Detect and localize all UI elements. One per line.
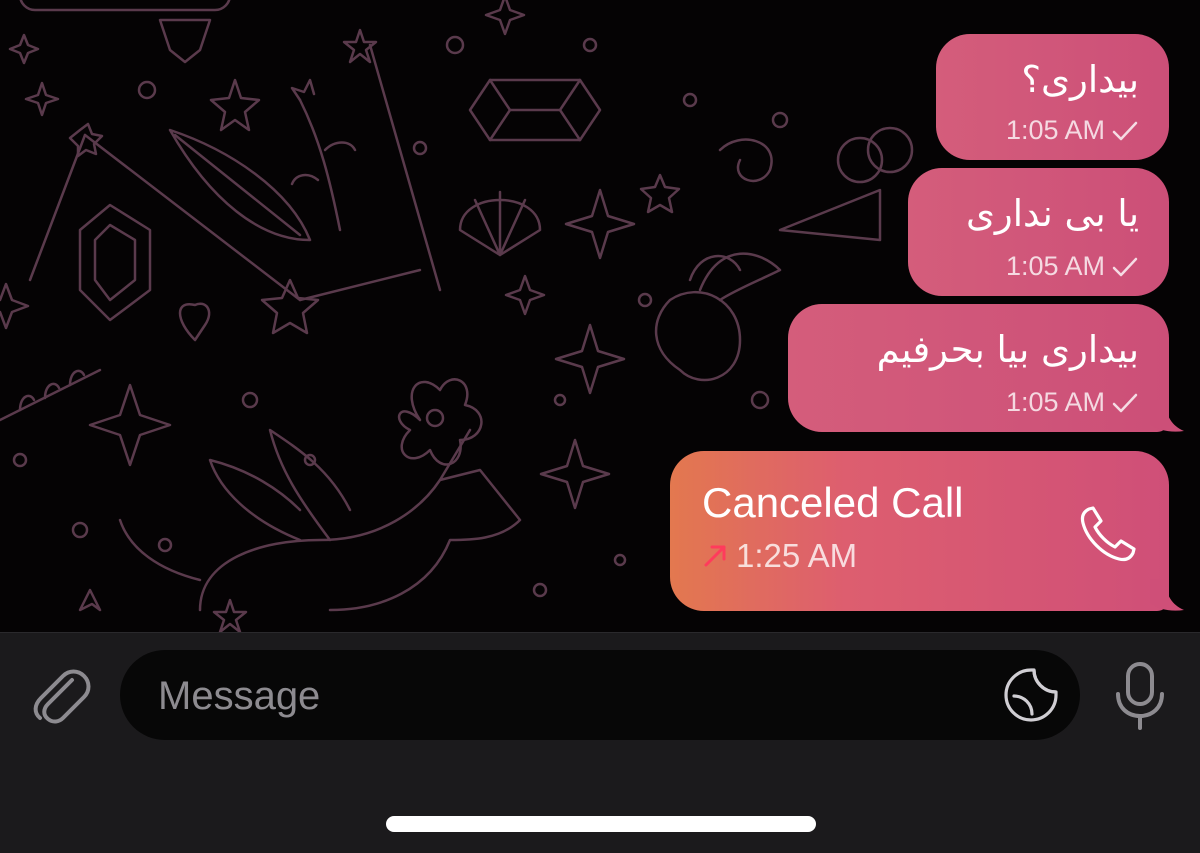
message-input-container[interactable] — [120, 650, 1080, 742]
microphone-icon[interactable] — [1110, 660, 1170, 732]
single-check-icon — [1112, 121, 1138, 140]
message-text: یا بی نداری — [965, 192, 1139, 235]
call-time: 1:25 AM — [736, 537, 858, 574]
telegram-chat-screen: بیداری؟ 1:05 AM یا بی نداری 1:05 AM بیدا… — [0, 0, 1200, 853]
message-meta: 1:05 AM — [1006, 387, 1139, 418]
message-input[interactable] — [156, 650, 980, 742]
message-time: 1:05 AM — [1005, 387, 1105, 417]
message-time: 1:05 AM — [1005, 115, 1105, 145]
paperclip-icon[interactable] — [28, 662, 92, 726]
phone-icon[interactable] — [1075, 501, 1141, 567]
outgoing-message-bubble[interactable]: بیداری؟ 1:05 AM — [936, 34, 1169, 160]
message-text: بیداری بیا بحرفیم — [876, 328, 1139, 371]
bubble-tail — [1150, 579, 1184, 611]
chat-area[interactable]: بیداری؟ 1:05 AM یا بی نداری 1:05 AM بیدا… — [0, 0, 1200, 632]
single-check-icon — [1112, 257, 1138, 276]
bubble-tail — [1150, 400, 1184, 432]
message-text: بیداری؟ — [1021, 58, 1139, 101]
outgoing-arrow-icon — [704, 545, 726, 567]
outgoing-message-bubble[interactable]: یا بی نداری 1:05 AM — [908, 168, 1169, 296]
call-title: Canceled Call — [702, 479, 964, 526]
message-time: 1:05 AM — [1005, 251, 1105, 281]
home-indicator[interactable] — [386, 816, 816, 832]
sticker-icon[interactable] — [1002, 666, 1060, 724]
outgoing-message-bubble[interactable]: بیداری بیا بحرفیم 1:05 AM — [788, 304, 1169, 432]
message-meta: 1:05 AM — [1006, 251, 1139, 282]
canceled-call-bubble[interactable]: Canceled Call 1:25 AM — [670, 451, 1169, 611]
message-meta: 1:05 AM — [1006, 115, 1139, 146]
single-check-icon — [1112, 393, 1138, 412]
call-meta: 1:25 AM — [702, 537, 857, 575]
